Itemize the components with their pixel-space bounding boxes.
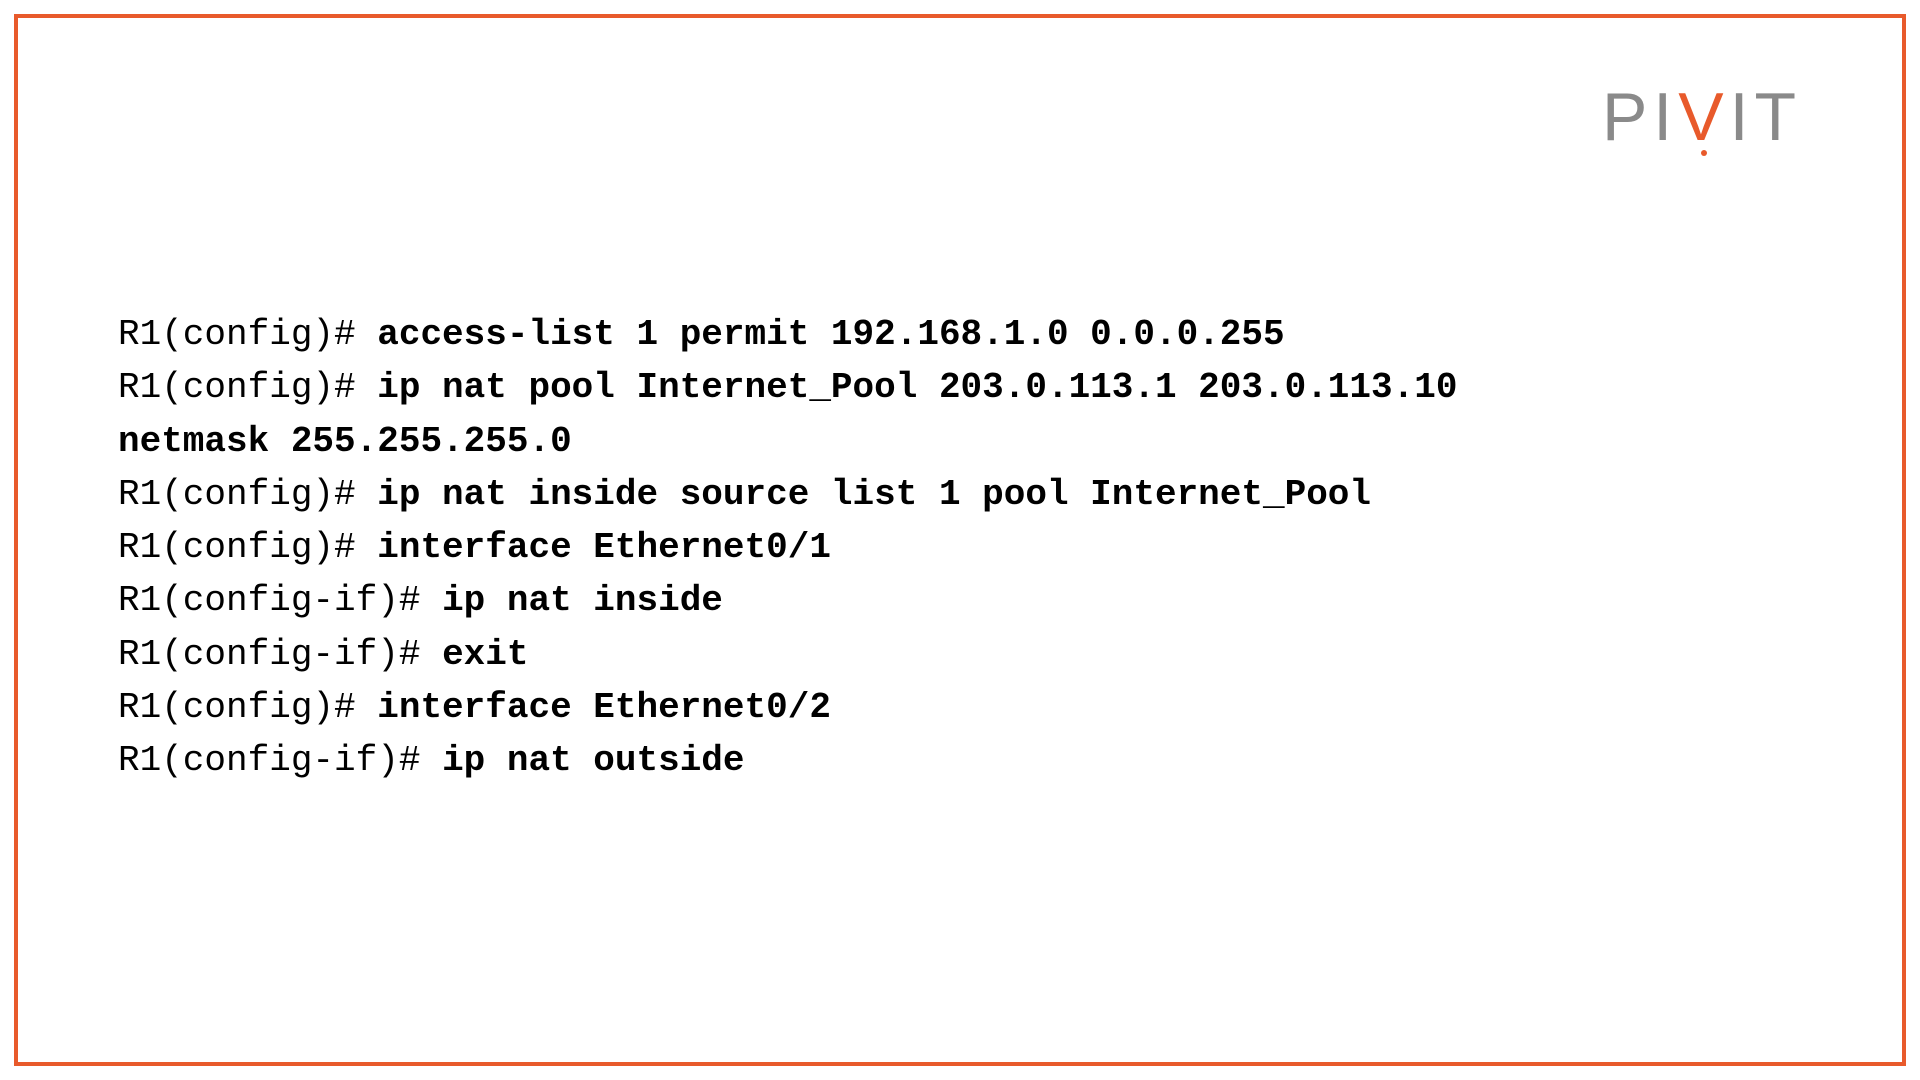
terminal-line: R1(config)# ip nat pool Internet_Pool 20… [118, 361, 1802, 414]
cli-prompt: R1(config)# [118, 474, 377, 515]
cli-command: interface Ethernet0/2 [377, 687, 831, 728]
logo-accent: V [1678, 79, 1729, 155]
terminal-line: R1(config)# interface Ethernet0/1 [118, 521, 1802, 574]
logo-part1: PI [1602, 79, 1678, 155]
cli-command: exit [442, 634, 528, 675]
terminal-line-continuation: netmask 255.255.255.0 [118, 415, 1802, 468]
cli-command: ip nat inside [442, 580, 723, 621]
cli-command: access-list 1 permit 192.168.1.0 0.0.0.2… [377, 314, 1284, 355]
cli-command: ip nat inside source list 1 pool Interne… [377, 474, 1371, 515]
cli-prompt: R1(config)# [118, 687, 377, 728]
cli-command: ip nat outside [442, 740, 744, 781]
cli-prompt: R1(config)# [118, 527, 377, 568]
cli-prompt: R1(config)# [118, 314, 377, 355]
cli-continuation: netmask 255.255.255.0 [118, 421, 572, 462]
terminal-line: R1(config)# ip nat inside source list 1 … [118, 468, 1802, 521]
terminal-line: R1(config)# interface Ethernet0/2 [118, 681, 1802, 734]
cli-prompt: R1(config-if)# [118, 580, 442, 621]
cli-prompt: R1(config-if)# [118, 634, 442, 675]
cli-command: interface Ethernet0/1 [377, 527, 831, 568]
pivit-logo: PIVIT [1602, 78, 1802, 156]
cli-prompt: R1(config-if)# [118, 740, 442, 781]
terminal-output: R1(config)# access-list 1 permit 192.168… [118, 308, 1802, 787]
logo-part2: IT [1730, 79, 1802, 155]
content-frame: PIVIT R1(config)# access-list 1 permit 1… [14, 14, 1906, 1066]
cli-prompt: R1(config)# [118, 367, 377, 408]
terminal-line: R1(config-if)# ip nat outside [118, 734, 1802, 787]
cli-command: ip nat pool Internet_Pool 203.0.113.1 20… [377, 367, 1457, 408]
terminal-line: R1(config-if)# ip nat inside [118, 574, 1802, 627]
terminal-line: R1(config-if)# exit [118, 628, 1802, 681]
terminal-line: R1(config)# access-list 1 permit 192.168… [118, 308, 1802, 361]
